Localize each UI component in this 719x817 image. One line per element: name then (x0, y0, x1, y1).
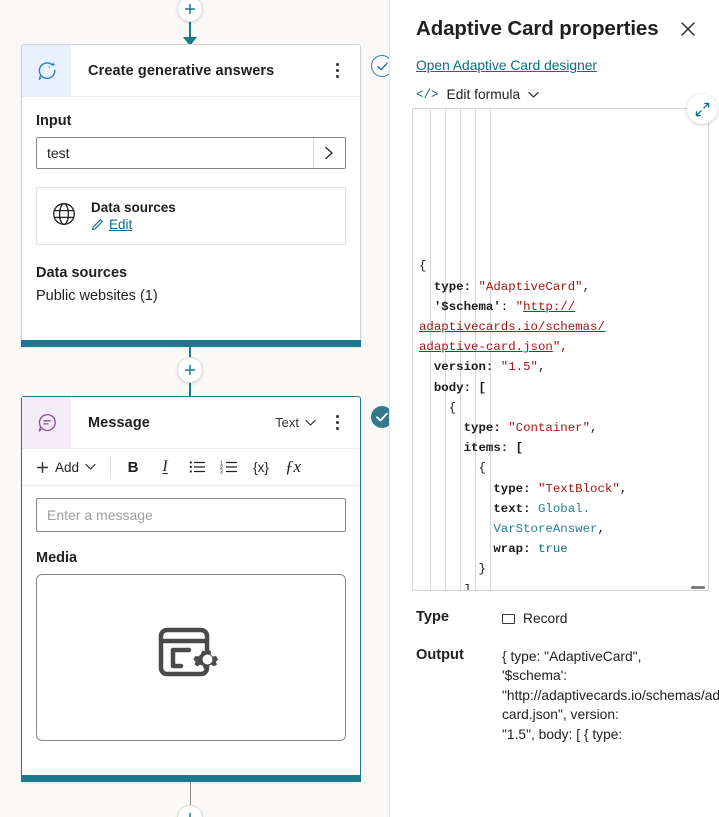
app-root: Create generative answers Input test Dat… (0, 0, 719, 817)
node-more-options-button[interactable] (324, 410, 350, 436)
data-sources-card[interactable]: Data sources Edit (36, 187, 346, 245)
chevron-down-icon (305, 419, 316, 426)
code-line: VarStoreAnswer, (493, 522, 605, 537)
data-sources-edit-link[interactable]: Edit (91, 217, 176, 232)
open-adaptive-card-designer-link[interactable]: Open Adaptive Card designer (416, 58, 597, 73)
message-type-value: Text (275, 415, 299, 430)
node-title: Message (88, 414, 150, 431)
code-line: type: "AdaptiveCard", (419, 279, 591, 294)
data-sources-section-title: Data sources (36, 265, 128, 281)
code-line: body: [ (419, 380, 486, 395)
code-line: { (419, 259, 427, 274)
expand-icon[interactable] (687, 94, 717, 124)
input-value: test (47, 145, 70, 161)
node-message[interactable]: Message Text Add B I 1 2 3 {x} ƒx Enter … (21, 396, 361, 782)
adaptive-card-properties-panel: Adaptive Card properties Open Adaptive C… (400, 0, 719, 817)
data-sources-card-title: Data sources (91, 200, 176, 215)
code-line: } (419, 562, 486, 577)
media-card-settings-icon (157, 624, 225, 691)
node-header: Message Text (22, 397, 360, 449)
message-input[interactable]: Enter a message (36, 498, 346, 532)
pencil-icon (91, 218, 104, 231)
plus-icon (185, 4, 195, 14)
status-badge-validated-filled (371, 406, 390, 428)
message-formatting-toolbar: Add B I 1 2 3 {x} ƒx (22, 449, 360, 486)
code-line: { (419, 461, 486, 476)
plus-icon (185, 365, 195, 375)
bold-icon[interactable]: B (117, 452, 149, 482)
output-label: Output (416, 646, 464, 663)
close-icon[interactable] (673, 14, 703, 44)
input-field[interactable]: test (36, 137, 346, 169)
bulleted-list-icon[interactable] (181, 452, 213, 482)
add-node-button-middle[interactable] (177, 357, 203, 383)
code-line: wrap: true (419, 542, 568, 557)
formula-editor-wrapper: { type: "AdaptiveCard", '$schema': "http… (412, 94, 717, 591)
input-label: Input (36, 113, 72, 129)
code-icon: </> (416, 87, 439, 102)
code-line: ] (419, 582, 472, 591)
node-status-bar (21, 775, 361, 782)
output-row: Output { type: "AdaptiveCard", '$schema'… (400, 647, 719, 745)
media-dropzone[interactable] (36, 574, 346, 741)
node-create-generative-answers[interactable]: Create generative answers Input test Dat… (21, 44, 361, 347)
data-sources-card-text: Data sources Edit (91, 200, 176, 232)
code-line: '$schema': "http:// (419, 299, 576, 314)
node-header: Create generative answers (22, 45, 360, 97)
code-line: { (419, 400, 457, 415)
panel-header: Adaptive Card properties (400, 0, 719, 44)
message-input-placeholder: Enter a message (47, 507, 153, 523)
type-value-group: Record (502, 609, 567, 629)
output-value: { type: "AdaptiveCard", '$schema': "http… (502, 648, 719, 742)
node-status-bar (21, 340, 361, 347)
code-line: type: "TextBlock", (419, 481, 628, 496)
message-icon (22, 397, 71, 448)
chevron-down-icon (528, 91, 539, 98)
numbered-list-icon[interactable]: 1 2 3 (213, 452, 245, 482)
editor-horizontal-scrollbar[interactable] (691, 586, 705, 589)
code-line: type: "Container", (419, 421, 598, 436)
type-row: Type Record (400, 609, 719, 629)
add-button-label: Add (55, 459, 80, 475)
code-line: items: [ (419, 441, 524, 456)
message-type-dropdown[interactable]: Text (271, 412, 320, 433)
code-line: text: Global. (419, 501, 591, 516)
node-title: Create generative answers (88, 62, 275, 79)
formula-code-editor[interactable]: { type: "AdaptiveCard", '$schema': "http… (412, 108, 709, 591)
data-sources-section-value: Public websites (1) (36, 288, 158, 304)
code-line: adaptivecards.io/schemas/ (419, 320, 605, 335)
node-header-actions (324, 58, 360, 84)
node-header-actions: Text (271, 410, 360, 436)
add-button[interactable]: Add (28, 456, 104, 479)
plus-icon (189, 813, 191, 817)
variable-icon[interactable]: {x} (245, 452, 277, 482)
node-body: Input test Data sources Edit Data source… (22, 97, 360, 318)
panel-divider (389, 0, 390, 817)
formula-icon[interactable]: ƒx (277, 452, 309, 482)
edit-formula-label: Edit formula (446, 87, 521, 102)
page-title: Adaptive Card properties (416, 17, 659, 40)
generative-answers-icon (22, 45, 71, 96)
italic-icon[interactable]: I (149, 452, 181, 482)
record-icon (502, 613, 515, 624)
code-line: version: "1.5", (419, 360, 546, 375)
toolbar-divider (110, 456, 112, 478)
plus-icon (37, 461, 48, 473)
flow-canvas[interactable]: Create generative answers Input test Dat… (0, 0, 390, 817)
add-node-button-bottom[interactable] (177, 805, 203, 817)
status-badge-validated-outline (371, 55, 390, 77)
node-more-options-button[interactable] (324, 58, 350, 84)
type-value: Record (523, 611, 568, 626)
code-line: adaptive-card.json", (419, 340, 568, 355)
add-node-button-top[interactable] (177, 0, 203, 22)
chevron-down-icon (85, 464, 96, 470)
chevron-right-icon[interactable] (313, 138, 345, 168)
svg-text:3: 3 (220, 469, 223, 474)
type-label: Type (416, 609, 449, 625)
edit-link-label: Edit (109, 217, 133, 232)
code-lines: { type: "AdaptiveCard", '$schema': "http… (419, 256, 706, 591)
edit-formula-dropdown[interactable]: </> Edit formula (416, 87, 719, 102)
media-label: Media (36, 550, 78, 566)
globe-icon (51, 201, 77, 232)
